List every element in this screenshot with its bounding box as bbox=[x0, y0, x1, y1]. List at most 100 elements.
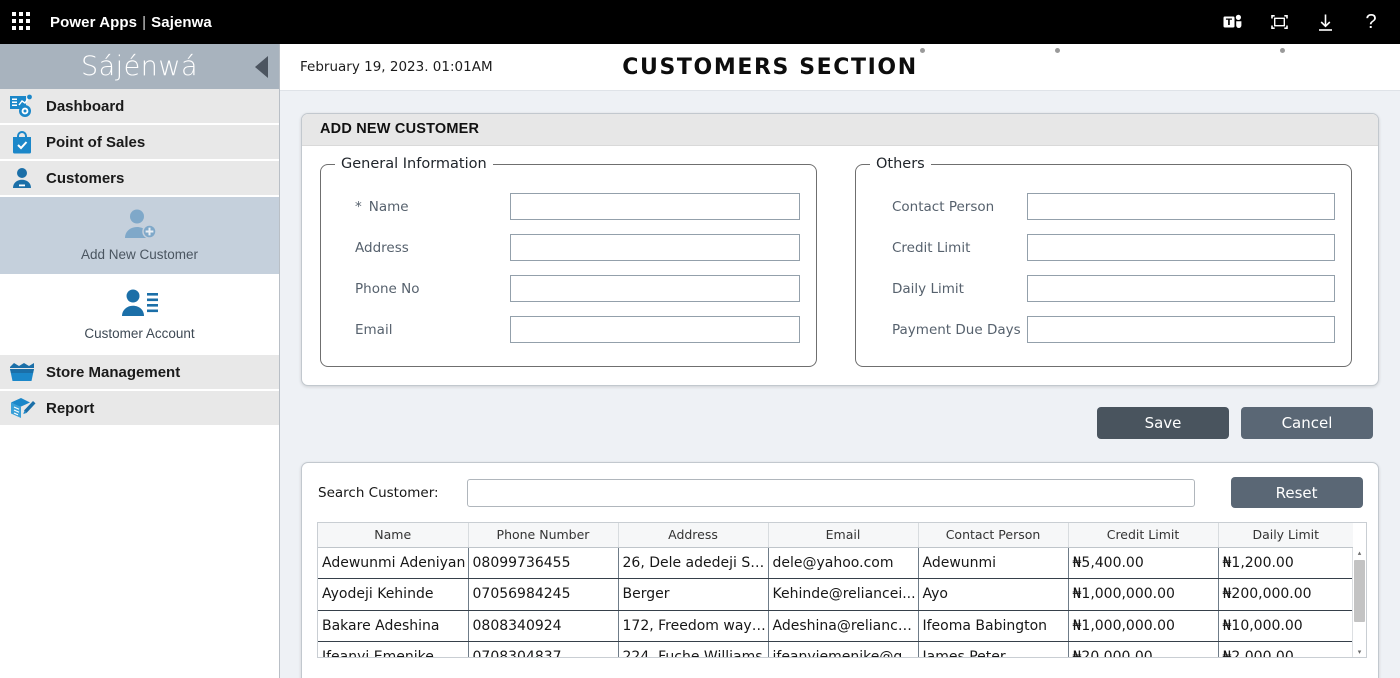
general-information-legend: General Information bbox=[335, 156, 493, 172]
dot bbox=[920, 48, 925, 53]
reset-button[interactable]: Reset bbox=[1231, 477, 1363, 508]
report-clipboard-pen-icon bbox=[8, 395, 36, 421]
collapse-left-arrow-icon[interactable] bbox=[255, 56, 268, 78]
sidebar-item-label: Store Management bbox=[46, 364, 180, 381]
column-header-phone-number[interactable]: Phone Number bbox=[468, 523, 618, 547]
sidebar-item-add-new-customer[interactable]: Add New Customer bbox=[0, 197, 279, 276]
name-label-text: Name bbox=[369, 199, 409, 215]
search-customer-input[interactable] bbox=[467, 479, 1195, 507]
column-header-email[interactable]: Email bbox=[768, 523, 918, 547]
product-name: Power Apps bbox=[50, 14, 137, 31]
cell-contact-person: James Peter bbox=[918, 642, 1068, 659]
person-list-icon bbox=[0, 286, 279, 320]
others-legend: Others bbox=[870, 156, 931, 172]
decorative-dots bbox=[280, 48, 1400, 58]
shopping-bag-check-icon bbox=[8, 129, 36, 155]
sidebar-item-store-management[interactable]: Store Management bbox=[0, 355, 279, 391]
email-input[interactable] bbox=[510, 316, 800, 343]
scrollbar-thumb[interactable] bbox=[1354, 560, 1365, 622]
help-icon[interactable]: ? bbox=[1360, 11, 1382, 33]
contact-person-input[interactable] bbox=[1027, 193, 1335, 220]
sidebar-item-customer-account[interactable]: Customer Account bbox=[0, 276, 279, 355]
daily-limit-label: Daily Limit bbox=[870, 281, 1027, 297]
email-label: Email bbox=[335, 322, 510, 338]
table-header-row: Name Phone Number Address Email Contact … bbox=[318, 523, 1353, 547]
dashboard-chart-icon bbox=[8, 93, 36, 119]
name-label: *Name bbox=[335, 199, 510, 215]
cell-daily-limit: ₦2,000.00 bbox=[1218, 642, 1353, 659]
sidebar-subitem-label: Add New Customer bbox=[0, 247, 279, 262]
customers-table-container: Name Phone Number Address Email Contact … bbox=[317, 522, 1367, 658]
cell-contact-person: Ifeoma Babington bbox=[918, 610, 1068, 642]
column-header-contact-person[interactable]: Contact Person bbox=[918, 523, 1068, 547]
table-row[interactable]: Adewunmi Adeniyan 08099736455 26, Dele a… bbox=[318, 547, 1353, 579]
table-row[interactable]: Ayodeji Kehinde 07056984245 Berger Kehin… bbox=[318, 579, 1353, 611]
cell-address: 172, Freedom way, ... bbox=[618, 610, 768, 642]
scroll-down-arrow-icon[interactable]: ▾ bbox=[1356, 649, 1363, 656]
fit-to-screen-icon[interactable] bbox=[1268, 11, 1290, 33]
person-add-icon bbox=[0, 207, 279, 241]
current-datetime: February 19, 2023. 01:01AM bbox=[300, 59, 493, 75]
table-vertical-scrollbar[interactable]: ▴ ▾ bbox=[1352, 548, 1366, 658]
sidebar-item-report[interactable]: Report bbox=[0, 391, 279, 427]
cell-phone: 0808340924 bbox=[468, 610, 618, 642]
cell-name: Bakare Adeshina bbox=[318, 610, 468, 642]
sidebar-item-point-of-sales[interactable]: Point of Sales bbox=[0, 125, 279, 161]
table-head: Name Phone Number Address Email Contact … bbox=[318, 523, 1353, 547]
card-title: ADD NEW CUSTOMER bbox=[302, 114, 1378, 146]
field-row-payment-due-days: Payment Due Days bbox=[870, 309, 1335, 350]
cell-email: ifeanyiemenike@g... bbox=[768, 642, 918, 659]
general-information-fieldset: General Information *Name Address Phone … bbox=[320, 156, 817, 367]
sidebar-item-label: Report bbox=[46, 400, 94, 417]
cell-email: dele@yahoo.com bbox=[768, 547, 918, 579]
name-input[interactable] bbox=[510, 193, 800, 220]
payment-due-days-input[interactable] bbox=[1027, 316, 1335, 343]
sidebar-item-label: Customers bbox=[46, 170, 124, 187]
credit-limit-label: Credit Limit bbox=[870, 240, 1027, 256]
field-row-contact-person: Contact Person bbox=[870, 186, 1335, 227]
teams-icon[interactable]: T bbox=[1222, 11, 1244, 33]
others-fieldset: Others Contact Person Credit Limit Daily… bbox=[855, 156, 1352, 367]
cell-credit-limit: ₦1,000,000.00 bbox=[1068, 610, 1218, 642]
cell-address: Berger bbox=[618, 579, 768, 611]
sidebar-item-customers[interactable]: Customers bbox=[0, 161, 279, 197]
field-row-email: Email bbox=[335, 309, 800, 350]
column-header-daily-limit[interactable]: Daily Limit bbox=[1218, 523, 1353, 547]
address-input[interactable] bbox=[510, 234, 800, 261]
sidebar-logo-bar: Sájénwá bbox=[0, 44, 279, 89]
cell-address: 224, Fuche Williams bbox=[618, 642, 768, 659]
app-launcher-grid-icon[interactable] bbox=[12, 12, 32, 32]
cell-name: Adewunmi Adeniyan bbox=[318, 547, 468, 579]
table-row[interactable]: Ifeanyi Emenike 0708304837 224, Fuche Wi… bbox=[318, 642, 1353, 659]
cell-daily-limit: ₦200,000.00 bbox=[1218, 579, 1353, 611]
download-icon[interactable] bbox=[1314, 11, 1336, 33]
cell-contact-person: Ayo bbox=[918, 579, 1068, 611]
cell-email: Kehinde@reliancei... bbox=[768, 579, 918, 611]
phone-input[interactable] bbox=[510, 275, 800, 302]
contact-person-label: Contact Person bbox=[870, 199, 1027, 215]
cell-name: Ayodeji Kehinde bbox=[318, 579, 468, 611]
sidebar-item-label: Dashboard bbox=[46, 98, 124, 115]
save-button[interactable]: Save bbox=[1097, 407, 1229, 439]
daily-limit-input[interactable] bbox=[1027, 275, 1335, 302]
cell-email: Adeshina@reliancei... bbox=[768, 610, 918, 642]
customer-search-panel: Search Customer: Reset Name Phone Number… bbox=[301, 462, 1379, 678]
table-row[interactable]: Bakare Adeshina 0808340924 172, Freedom … bbox=[318, 610, 1353, 642]
add-new-customer-card: ADD NEW CUSTOMER General Information *Na… bbox=[301, 113, 1379, 386]
payment-due-days-label: Payment Due Days bbox=[870, 322, 1027, 338]
sidebar-item-dashboard[interactable]: Dashboard bbox=[0, 89, 279, 125]
cell-credit-limit: ₦20,000.00 bbox=[1068, 642, 1218, 659]
credit-limit-input[interactable] bbox=[1027, 234, 1335, 261]
column-header-address[interactable]: Address bbox=[618, 523, 768, 547]
column-header-credit-limit[interactable]: Credit Limit bbox=[1068, 523, 1218, 547]
cell-daily-limit: ₦10,000.00 bbox=[1218, 610, 1353, 642]
scroll-up-arrow-icon[interactable]: ▴ bbox=[1356, 550, 1363, 557]
customers-table: Name Phone Number Address Email Contact … bbox=[318, 523, 1353, 658]
cell-phone: 07056984245 bbox=[468, 579, 618, 611]
cell-phone: 08099736455 bbox=[468, 547, 618, 579]
column-header-name[interactable]: Name bbox=[318, 523, 468, 547]
person-icon bbox=[8, 165, 36, 191]
cancel-button[interactable]: Cancel bbox=[1241, 407, 1373, 439]
sidebar-subitem-label: Customer Account bbox=[0, 326, 279, 341]
search-customer-label: Search Customer: bbox=[318, 485, 439, 501]
